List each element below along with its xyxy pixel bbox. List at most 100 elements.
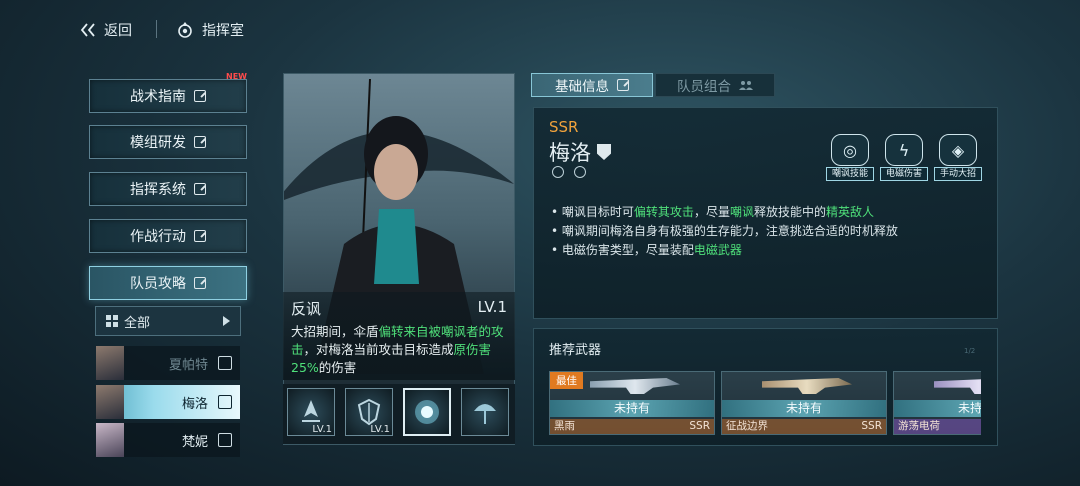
skill-desc-text: ，对梅洛当前攻击目标造成 (303, 342, 454, 357)
skill-level: LV.1 (477, 298, 507, 316)
back-button[interactable]: 返回 (80, 18, 132, 42)
skill-desc-text: 大招期间，伞盾 (291, 324, 379, 339)
chevron-class-icon (218, 433, 232, 447)
tag-label: 手动大招 (934, 167, 982, 181)
avatar (96, 385, 124, 419)
tip-item: 电磁伤害类型，尽量装配电磁武器 (551, 241, 898, 260)
hq-breadcrumb: 指挥室 (176, 18, 244, 42)
skill-slot-level: LV.1 (370, 424, 390, 435)
tip-text: 电磁伤害类型，尽量装配 (561, 243, 694, 257)
nav-command-system-label: 指挥系统 (130, 182, 186, 198)
attribute-icon (552, 166, 564, 178)
eye-triangle-icon (178, 22, 192, 38)
attribute-icon (574, 166, 586, 178)
member-name: 梵妮 (181, 434, 208, 450)
tip-highlight: 嘲讽 (729, 205, 754, 219)
weapons-page-indicator: 1/2 (964, 347, 976, 355)
edit-icon (194, 90, 206, 102)
tab-team-combo[interactable]: 队员组合 (655, 73, 775, 97)
nav-member-guide-label: 队员攻略 (130, 276, 186, 292)
nav-module-research[interactable]: 模组研发 (89, 125, 247, 159)
tag-label: 嘲讽技能 (826, 167, 874, 181)
character-tags: ◎ 嘲讽技能 ϟ 电磁伤害 ◈ 手动大招 (826, 134, 982, 181)
weapons-title: 推荐武器 (549, 343, 602, 358)
weapon-card[interactable]: 最佳 未持有 黑雨 SSR (549, 371, 715, 435)
avatar (96, 423, 124, 457)
tip-text: ，尽量 (693, 205, 730, 219)
tab-team-combo-label: 队员组合 (677, 79, 731, 95)
weapon-footer: 征战边界 SSR (722, 419, 886, 434)
back-label: 返回 (104, 23, 132, 39)
weapon-card[interactable]: 未持有 游荡电荷 (893, 371, 981, 435)
skill-list: LV.1 LV.1 (283, 384, 515, 444)
weapon-footer: 游荡电荷 (894, 419, 981, 434)
nav-tactics-guide[interactable]: 战术指南 NEW (89, 72, 247, 113)
member-item[interactable]: 夏帕特 (96, 346, 240, 380)
weapon-list: 最佳 未持有 黑雨 SSR 未持有 征战边界 SSR 未持有 游荡电荷 (549, 371, 981, 435)
taunt-icon: ◎ (831, 134, 869, 166)
weapon-footer: 黑雨 SSR (550, 419, 714, 434)
edit-icon (194, 277, 206, 289)
skill-desc-text: 的伤害 (318, 360, 357, 375)
avatar (96, 346, 124, 380)
shield-class-icon (218, 395, 232, 409)
tag-taunt-skill[interactable]: ◎ 嘲讽技能 (826, 134, 874, 181)
tab-basic-info[interactable]: 基础信息 (531, 73, 653, 97)
tag-electromagnetic-damage[interactable]: ϟ 电磁伤害 (880, 134, 928, 181)
character-name-text: 梅洛 (549, 141, 591, 165)
hq-label: 指挥室 (202, 23, 244, 39)
weapon-rarity: SSR (861, 420, 882, 432)
filter-label: 全部 (124, 315, 151, 331)
weapon-status: 未持有 (894, 400, 981, 417)
umbrella-skill-icon (474, 404, 496, 424)
weapon-status: 未持有 (550, 400, 714, 417)
weapon-card[interactable]: 未持有 征战边界 SSR (721, 371, 887, 435)
tip-text: 嘲讽期间梅洛自身有极强的生存能力，注意挑选合适的时机释放 (561, 224, 898, 238)
skill-slot[interactable] (461, 388, 509, 436)
weapon-name: 游荡电荷 (898, 420, 940, 432)
diamond-bolt-icon: ◈ (939, 134, 977, 166)
tip-item: 嘲讽目标时可偏转其攻击，尽量嘲讽释放技能中的精英敌人 (551, 203, 898, 222)
shield-class-icon (597, 144, 611, 160)
tip-text: 嘲讽目标时可 (561, 205, 634, 219)
tip-item: 嘲讽期间梅洛自身有极强的生存能力，注意挑选合适的时机释放 (551, 222, 898, 241)
weapon-status: 未持有 (722, 400, 886, 417)
member-item[interactable]: 梅洛 (96, 385, 240, 419)
nav-command-system[interactable]: 指挥系统 (89, 172, 247, 206)
edit-icon (194, 183, 206, 195)
tip-highlight: 精英敌人 (825, 205, 874, 219)
skill-slot[interactable] (403, 388, 451, 436)
info-tabs: 基础信息 队员组合 (531, 73, 775, 97)
edit-icon (617, 79, 629, 91)
weapon-image (762, 378, 852, 394)
nav-member-guide[interactable]: 队员攻略 (89, 266, 247, 300)
nav-tactics-guide-label: 战术指南 (130, 89, 186, 105)
strategy-tips: 嘲讽目标时可偏转其攻击，尽量嘲讽释放技能中的精英敌人 嘲讽期间梅洛自身有极强的生… (551, 203, 898, 260)
weapon-image (934, 378, 981, 394)
attribute-icons (552, 166, 586, 178)
skill-slot[interactable]: LV.1 (345, 388, 393, 436)
tip-text: 释放技能中的 (753, 205, 826, 219)
best-badge: 最佳 (550, 372, 583, 389)
tag-manual-ultimate[interactable]: ◈ 手动大招 (934, 134, 982, 181)
triangle-right-icon (223, 316, 230, 326)
double-chevron-left-icon (80, 23, 95, 37)
skill-detail-card: 反讽 LV.1 大招期间，伞盾偏转来自被嘲讽者的攻击，对梅洛当前攻击目标造成原伤… (283, 292, 515, 380)
member-item[interactable]: 梵妮 (96, 423, 240, 457)
skill-description: 大招期间，伞盾偏转来自被嘲讽者的攻击，对梅洛当前攻击目标造成原伤害25%的伤害 (291, 323, 507, 377)
wing-skill-icon (302, 400, 320, 422)
edit-icon (194, 136, 206, 148)
tip-highlight: 电磁武器 (693, 243, 742, 257)
weapon-rarity: SSR (689, 420, 710, 432)
character-name: 梅洛 (549, 137, 611, 167)
member-filter-dropdown[interactable]: 全部 (95, 306, 241, 336)
rarity-label: SSR (549, 118, 579, 136)
orb-skill-icon (415, 400, 439, 424)
nav-operations[interactable]: 作战行动 (89, 219, 247, 253)
weapon-name: 黑雨 (554, 420, 575, 432)
skill-slot[interactable]: LV.1 (287, 388, 335, 436)
tip-highlight: 偏转其攻击 (633, 205, 694, 219)
weapon-name: 征战边界 (726, 420, 768, 432)
tag-label: 电磁伤害 (880, 167, 928, 181)
edit-icon (194, 230, 206, 242)
